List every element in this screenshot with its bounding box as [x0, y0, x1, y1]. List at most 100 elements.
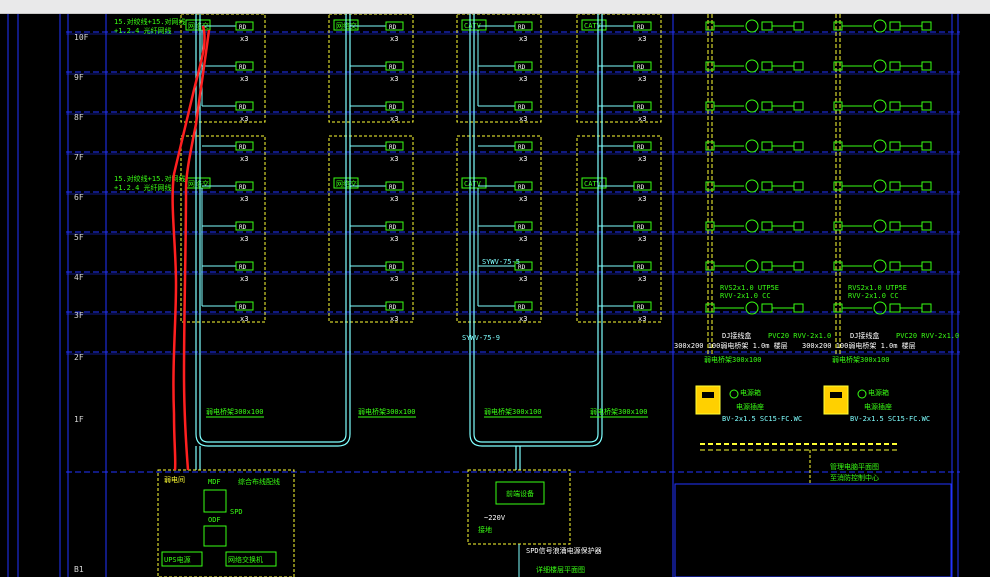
floor-label: 5F	[74, 233, 84, 242]
outlet-count: x3	[638, 75, 646, 83]
data-outlet-icon	[793, 21, 804, 31]
cable-tray-label: 弱电桥架300x100	[358, 407, 416, 416]
socket-icon	[889, 101, 901, 111]
info-outlet-label: RD	[637, 24, 645, 31]
cable-tray-label: 弱电桥架300x100	[484, 407, 542, 416]
telephone-icon	[873, 19, 887, 33]
phone-power-box	[823, 385, 849, 415]
info-outlet-label: RD	[239, 144, 247, 151]
telephone-icon	[745, 179, 759, 193]
catv-spd-note: SPD信号浪涌电源保护器	[526, 546, 602, 555]
data-outlet-icon	[921, 261, 932, 271]
catv-plan-note: 详细楼层平面图	[536, 565, 585, 574]
outlet-count: x3	[240, 115, 248, 123]
info-outlet-label: RD	[389, 24, 397, 31]
info-outlet-label: RD	[389, 264, 397, 271]
distribution-box-label: 网络交	[188, 179, 209, 188]
outlet-count: x3	[390, 315, 398, 323]
data-outlet-icon	[793, 101, 804, 111]
outlet-count: x3	[390, 75, 398, 83]
outlet-count: x3	[638, 275, 646, 283]
outlet-count: x3	[519, 235, 527, 243]
phone-junction	[833, 61, 843, 71]
telephone-riser: RVS2x1.0 UTP5ERVV-2x1.0 CCDJ接线盒300x200 1…	[674, 14, 959, 577]
info-outlet-label: RD	[518, 144, 526, 151]
mdf-label: MDF	[208, 478, 221, 486]
power-socket-label: 电源插座	[864, 402, 892, 411]
power-box-display	[702, 392, 714, 398]
info-outlet-label: RD	[389, 304, 397, 311]
tray-note: 300x200 100弱电桥架 1.0m 楼层	[674, 341, 788, 350]
tray-short-label: 弱电桥架300x100	[704, 355, 762, 364]
data-outlet-icon	[793, 261, 804, 271]
outlet-count: x3	[240, 35, 248, 43]
telephone-icon	[745, 219, 759, 233]
power-box-label: 电源箱	[740, 388, 761, 397]
outlet-count: x3	[519, 315, 527, 323]
catv-cable-upper: SYWV-75-5	[482, 258, 520, 266]
outlet-count: x3	[638, 35, 646, 43]
power-socket-icon	[729, 389, 739, 399]
phone-cable-a: RVS2x1.0 UTP5E	[720, 284, 779, 292]
tray-note: 300x200 100弱电桥架 1.0m 楼层	[802, 341, 916, 350]
socket-icon	[889, 181, 901, 191]
outlet-count: x3	[519, 35, 527, 43]
info-outlet-label: RD	[637, 264, 645, 271]
power-box-label: 电源箱	[868, 388, 889, 397]
catv-voltage: ~220V	[484, 514, 506, 522]
cable-tray-bend	[469, 433, 603, 447]
outlet-count: x3	[390, 195, 398, 203]
info-outlet-label: RD	[239, 24, 247, 31]
cad-riser-diagram[interactable]: 10F9F8F7F6F5F4F3F2F1FB1 网络交网络交RDx3RDx3RD…	[0, 14, 990, 577]
riser-column-1: 网络交网络交RDx3RDx3RDx3RDx3RDx3RDx3RDx3RDx3	[180, 14, 266, 323]
power-socket-icon	[857, 389, 867, 399]
socket-icon	[761, 221, 773, 231]
telephone-icon	[745, 259, 759, 273]
phone-cable-b: RVV-2x1.0 CC	[720, 292, 771, 300]
phone-junction	[705, 261, 715, 271]
outlet-count: x3	[390, 115, 398, 123]
data-outlet-icon	[793, 221, 804, 231]
info-outlet-label: RD	[518, 184, 526, 191]
phone-junction	[833, 261, 843, 271]
floor-label: 3F	[74, 311, 84, 320]
telephone-icon	[873, 259, 887, 273]
outlet-count: x3	[240, 195, 248, 203]
phone-junction	[705, 181, 715, 191]
outlet-count: x3	[390, 155, 398, 163]
socket-icon	[761, 101, 773, 111]
floor-label: 9F	[74, 73, 84, 82]
info-outlet-label: RD	[637, 184, 645, 191]
telephone-icon	[873, 139, 887, 153]
outlet-count: x3	[390, 35, 398, 43]
ups-label: UPS电源	[164, 555, 191, 564]
telephone-icon	[745, 59, 759, 73]
telephone-icon	[745, 99, 759, 113]
socket-icon	[889, 303, 901, 313]
outlet-count: x3	[240, 155, 248, 163]
socket-icon	[761, 181, 773, 191]
info-outlet-label: RD	[239, 304, 247, 311]
distribution-box-label: CATV	[584, 180, 602, 188]
outlet-count: x3	[390, 275, 398, 283]
phone-junction	[833, 101, 843, 111]
info-outlet-label: RD	[637, 304, 645, 311]
telephone-icon	[745, 139, 759, 153]
outlet-count: x3	[638, 235, 646, 243]
socket-icon	[889, 141, 901, 151]
panel-label: 综合布线配线	[238, 477, 280, 486]
catv-ground: 接地	[478, 525, 492, 534]
socket-icon	[889, 221, 901, 231]
phone-junction	[833, 303, 843, 313]
info-outlet-label: RD	[239, 264, 247, 271]
tray-short-label: 弱电桥架300x100	[832, 355, 890, 364]
mdf-rack-icon	[203, 489, 227, 513]
outlet-count: x3	[519, 115, 527, 123]
phone-junction	[705, 303, 715, 313]
power-line-label: BV-2x1.5 SC15-FC.WC	[850, 415, 930, 423]
phone-room-frame	[674, 483, 952, 577]
info-outlet-label: RD	[637, 64, 645, 71]
catv-headend-label: 前端设备	[506, 489, 534, 498]
data-outlet-icon	[921, 141, 932, 151]
floor-label: 7F	[74, 153, 84, 162]
